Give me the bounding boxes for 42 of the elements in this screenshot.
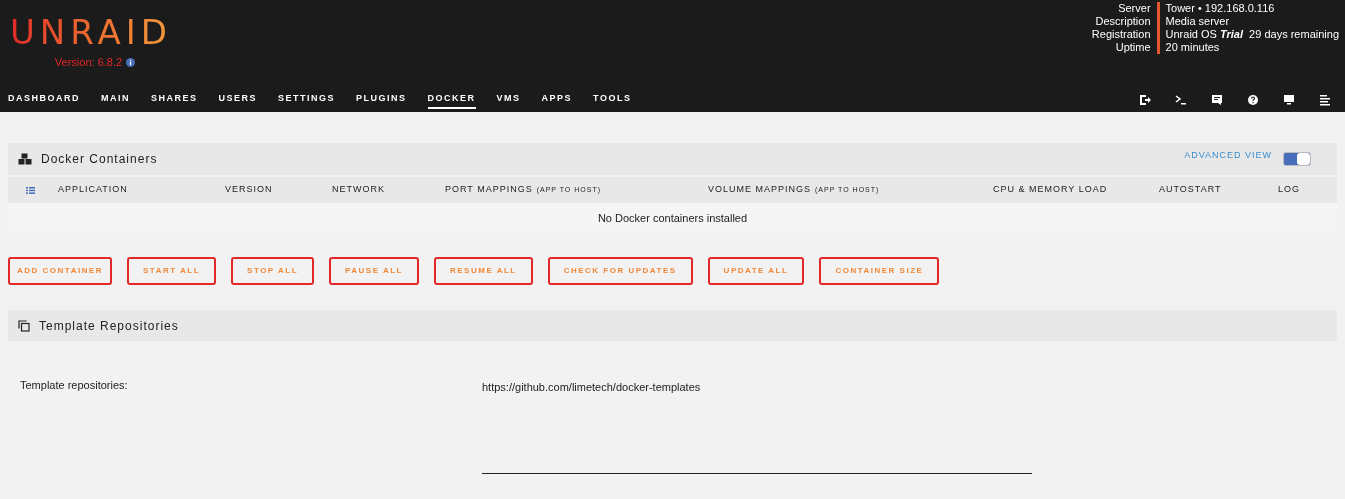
nav-tab[interactable]: USERS [218, 92, 258, 109]
terminal-icon[interactable] [1175, 94, 1187, 107]
nav-tab[interactable]: VMS [496, 92, 521, 109]
help-icon[interactable] [1247, 94, 1259, 107]
info-label: Uptime [1114, 41, 1152, 54]
list-icon[interactable] [26, 186, 35, 194]
cubes-icon [18, 153, 32, 165]
log-icon[interactable] [1319, 94, 1331, 107]
nav-tab[interactable]: TOOLS [593, 92, 632, 109]
info-icon[interactable] [126, 57, 136, 67]
column-header: VERSION [225, 183, 273, 197]
info-label: Server [1117, 2, 1152, 15]
advanced-view-label: ADVANCED VIEW [1184, 149, 1272, 162]
section-title: Template Repositories [39, 317, 179, 335]
comment-icon[interactable] [1211, 94, 1223, 107]
column-header: NETWORK [332, 183, 385, 197]
nav-tab[interactable]: MAIN [101, 92, 130, 109]
section-title: Docker Containers [41, 151, 158, 168]
info-value: Tower • 192.168.0.116 [1156, 2, 1339, 15]
nav-tab[interactable]: DOCKER [427, 92, 476, 109]
info-label: Registration [1091, 28, 1152, 41]
advanced-view-toggle[interactable] [1283, 152, 1311, 166]
nav-tab[interactable]: DASHBOARD [8, 92, 80, 109]
repositories-field[interactable]: https://github.com/limetech/docker-templates [482, 379, 1032, 474]
info-value: Unraid OS Trial 29 days remaining [1156, 28, 1339, 41]
field-label: Template repositories: [20, 378, 129, 393]
column-header: CPU & MEMORY LOAD [993, 183, 1108, 197]
column-header: APPLICATION [58, 183, 128, 197]
info-label: Description [1094, 15, 1152, 28]
column-header: AUTOSTART [1159, 183, 1222, 197]
nav-tab[interactable]: PLUGINS [356, 92, 407, 109]
nav-tab[interactable]: SETTINGS [278, 92, 336, 109]
logout-icon[interactable] [1139, 94, 1151, 107]
nav-tab[interactable]: SHARES [151, 92, 198, 109]
nav-tab[interactable]: APPS [541, 92, 573, 109]
info-value: 20 minutes [1156, 41, 1339, 54]
monitor-icon[interactable] [1283, 94, 1295, 107]
info-value: Media server [1156, 15, 1339, 28]
column-header: LOG [1278, 183, 1300, 197]
version-text: Version: 6.8.2 [54, 55, 123, 70]
copy-icon [18, 319, 30, 332]
empty-message: No Docker containers installed [597, 210, 748, 226]
